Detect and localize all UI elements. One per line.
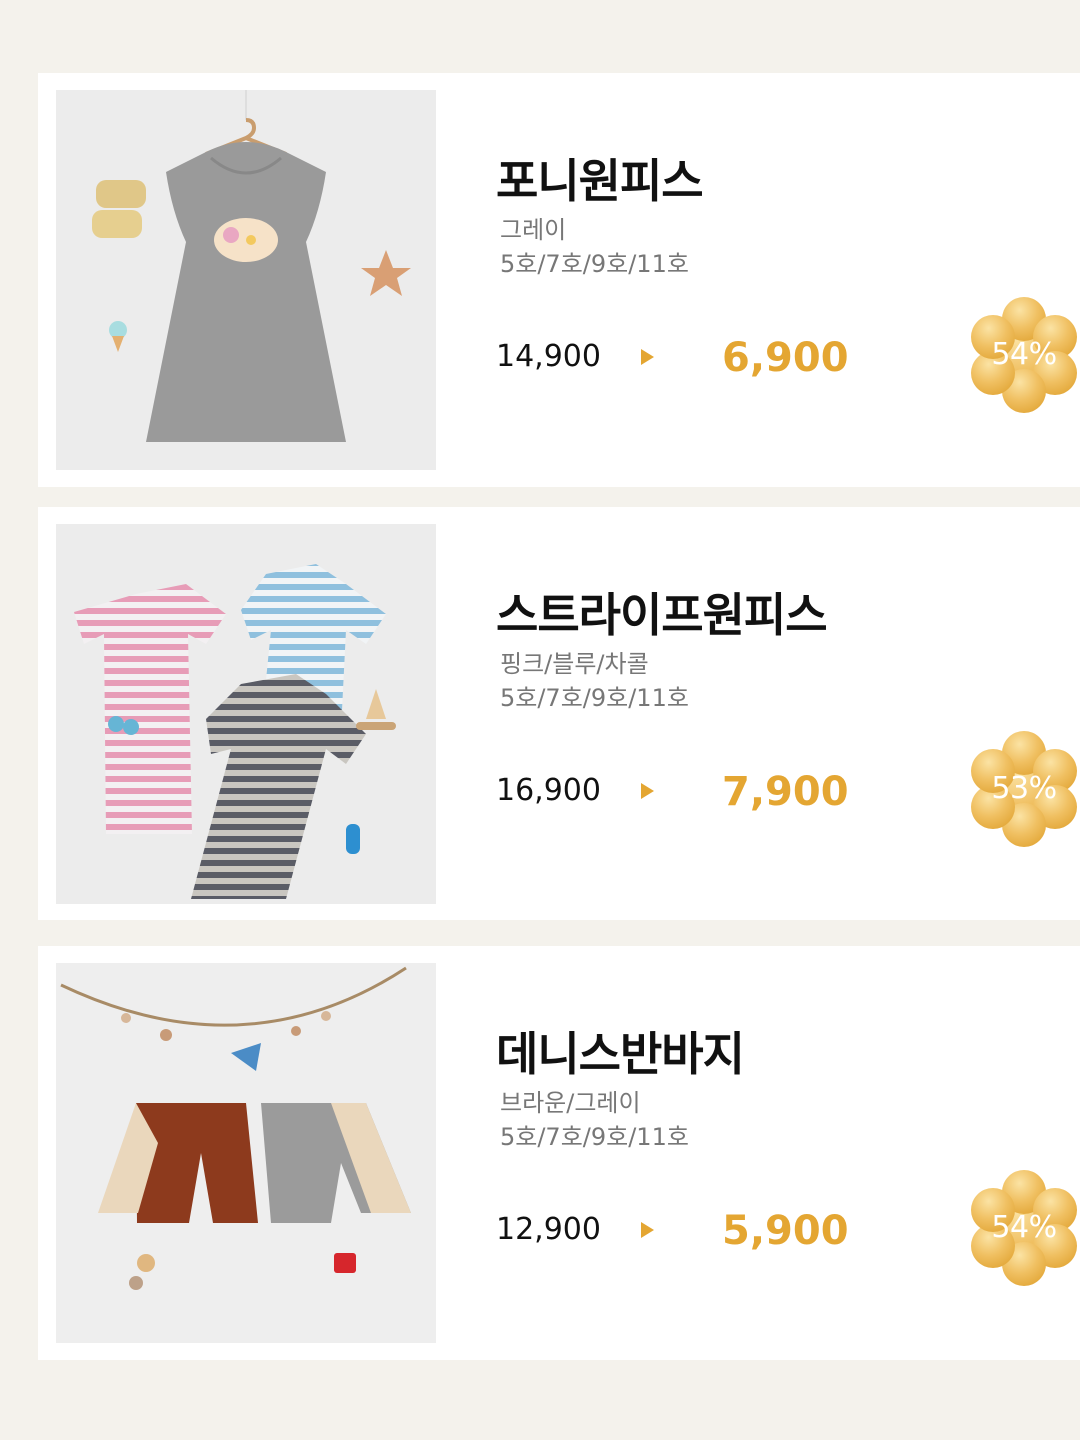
original-price: 16,900 bbox=[496, 773, 601, 808]
product-name: 스트라이프원피스 bbox=[496, 588, 828, 642]
arrow-right-icon bbox=[641, 783, 654, 799]
product-card-shorts[interactable]: 데니스반바지 브라운/그레이 5호/7호/9호/11호 12,900 5,900… bbox=[38, 946, 1080, 1360]
product-size-options: 5호/7호/9호/11호 bbox=[500, 1123, 689, 1151]
discount-rate: 53% bbox=[991, 771, 1057, 806]
product-image-shorts[interactable] bbox=[56, 963, 436, 1343]
discount-badge: 54% bbox=[964, 295, 1080, 415]
product-image-pony-dress[interactable] bbox=[56, 90, 436, 470]
product-color-options: 핑크/블루/차콜 bbox=[500, 650, 649, 678]
original-price: 12,900 bbox=[496, 1212, 601, 1247]
sale-price: 5,900 bbox=[722, 1208, 849, 1254]
discount-badge: 54% bbox=[964, 1168, 1080, 1288]
product-card-stripe-dress[interactable]: 스트라이프원피스 핑크/블루/차콜 5호/7호/9호/11호 16,900 7,… bbox=[38, 507, 1080, 920]
sale-price: 7,900 bbox=[722, 769, 849, 815]
product-color-options: 그레이 bbox=[500, 216, 567, 244]
sale-price: 6,900 bbox=[722, 335, 849, 381]
original-price: 14,900 bbox=[496, 339, 601, 374]
discount-rate: 54% bbox=[991, 1210, 1057, 1245]
arrow-right-icon bbox=[641, 1222, 654, 1238]
product-card-pony-dress[interactable]: 포니원피스 그레이 5호/7호/9호/11호 14,900 6,900 54% bbox=[38, 73, 1080, 487]
product-size-options: 5호/7호/9호/11호 bbox=[500, 684, 689, 712]
product-color-options: 브라운/그레이 bbox=[500, 1089, 641, 1117]
discount-rate: 54% bbox=[991, 337, 1057, 372]
arrow-right-icon bbox=[641, 349, 654, 365]
discount-badge: 53% bbox=[964, 729, 1080, 849]
product-name: 데니스반바지 bbox=[496, 1027, 745, 1081]
product-image-stripe-dress[interactable] bbox=[56, 524, 436, 904]
product-name: 포니원피스 bbox=[496, 154, 704, 208]
product-size-options: 5호/7호/9호/11호 bbox=[500, 250, 689, 278]
